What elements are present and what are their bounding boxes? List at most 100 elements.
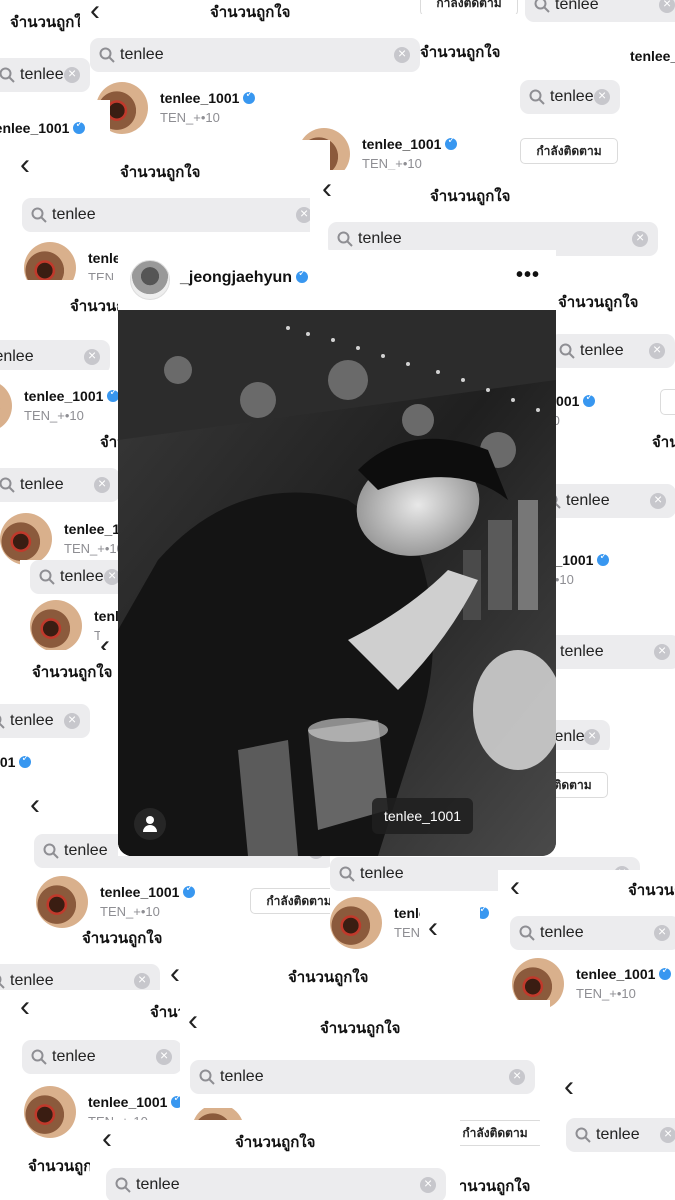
search-input[interactable]: tenlee bbox=[555, 0, 599, 14]
result-username[interactable]: tenlee_1001 bbox=[64, 521, 120, 537]
avatar[interactable] bbox=[0, 513, 52, 565]
clear-icon[interactable] bbox=[649, 341, 665, 359]
person-tag-icon[interactable] bbox=[134, 808, 166, 840]
back-chevron-icon[interactable]: ‹ bbox=[564, 1072, 574, 1102]
following-button[interactable]: กำลังติดตาม bbox=[420, 0, 518, 14]
following-button[interactable]: กำลังติดตาม bbox=[550, 772, 608, 798]
search-bar[interactable]: tenlee bbox=[550, 484, 675, 518]
avatar[interactable] bbox=[30, 600, 82, 652]
post-photo[interactable]: tenlee_1001 bbox=[118, 310, 556, 856]
result-username[interactable]: tenlee_1001 bbox=[576, 965, 672, 982]
search-input[interactable]: tenlee bbox=[10, 972, 54, 990]
avatar[interactable] bbox=[0, 380, 12, 432]
search-input[interactable]: tenlee bbox=[566, 492, 610, 510]
list-item[interactable]: tenlee_1001TEN_+•10 bbox=[0, 513, 120, 567]
back-chevron-icon[interactable]: ‹ bbox=[20, 150, 30, 180]
result-username[interactable]: tenlee_1001 bbox=[24, 387, 120, 404]
more-icon[interactable]: ••• bbox=[516, 264, 540, 287]
result-username[interactable]: tenlee_1001 bbox=[94, 608, 120, 624]
clear-icon[interactable] bbox=[660, 1125, 675, 1143]
search-input[interactable]: tenlee bbox=[560, 643, 604, 661]
list-item[interactable]: tenlee_1001TEN_+•10 bbox=[0, 746, 110, 790]
clear-icon[interactable] bbox=[654, 923, 670, 941]
search-input[interactable]: tenlee bbox=[580, 342, 624, 360]
clear-icon[interactable] bbox=[134, 971, 150, 989]
clear-icon[interactable] bbox=[94, 475, 110, 493]
following-button[interactable]: กำลังติดตาม bbox=[520, 138, 618, 164]
search-bar[interactable]: tenlee bbox=[0, 704, 90, 738]
back-chevron-icon[interactable]: ‹ bbox=[20, 992, 30, 1022]
back-chevron-icon[interactable]: ‹ bbox=[428, 913, 438, 943]
post-username-text[interactable]: _jeongjaehyun bbox=[180, 269, 292, 286]
clear-icon[interactable] bbox=[654, 642, 670, 660]
back-chevron-icon[interactable]: ‹ bbox=[102, 1124, 112, 1154]
search-input[interactable]: tenlee bbox=[360, 865, 404, 883]
clear-icon[interactable] bbox=[632, 229, 648, 247]
search-input[interactable]: tenlee bbox=[60, 568, 104, 586]
search-bar[interactable]: tenlee bbox=[106, 1168, 446, 1200]
clear-icon[interactable] bbox=[156, 1047, 172, 1065]
result-username[interactable]: tenlee_1001 bbox=[160, 89, 256, 106]
search-input[interactable]: tenlee bbox=[20, 66, 64, 84]
search-input[interactable]: tenlee bbox=[596, 1126, 640, 1144]
search-input[interactable]: tenlee bbox=[540, 924, 584, 942]
clear-icon[interactable] bbox=[84, 347, 100, 365]
search-bar[interactable]: tenlee bbox=[190, 1060, 535, 1094]
clear-icon[interactable] bbox=[64, 65, 80, 83]
back-chevron-icon[interactable]: ‹ bbox=[90, 0, 100, 26]
avatar[interactable] bbox=[24, 1086, 76, 1138]
search-bar[interactable]: tenlee bbox=[0, 58, 90, 92]
result-username[interactable]: tenlee_1001 bbox=[630, 48, 675, 64]
following-button[interactable]: กำลังติดตาม bbox=[460, 1120, 540, 1146]
clear-icon[interactable] bbox=[584, 727, 600, 745]
avatar[interactable] bbox=[36, 876, 88, 928]
search-bar[interactable]: tenlee bbox=[520, 80, 620, 114]
result-username[interactable]: tenlee_1001 bbox=[100, 883, 196, 900]
search-input[interactable]: tenlee bbox=[52, 1048, 96, 1066]
result-username[interactable]: tenlee_1001 bbox=[0, 119, 86, 136]
search-input[interactable]: tenlee bbox=[0, 348, 34, 366]
search-input[interactable]: tenlee bbox=[52, 206, 96, 224]
back-chevron-icon[interactable]: ‹ bbox=[188, 1006, 198, 1036]
search-input[interactable]: tenlee bbox=[220, 1068, 264, 1086]
avatar[interactable] bbox=[330, 897, 382, 949]
search-bar[interactable]: tenlee bbox=[525, 0, 675, 22]
back-chevron-icon[interactable]: ‹ bbox=[30, 790, 40, 820]
search-bar[interactable]: tenlee bbox=[90, 38, 420, 72]
search-input[interactable]: tenlee bbox=[358, 230, 402, 248]
result-username[interactable]: tenlee_1001 bbox=[362, 135, 458, 152]
search-bar[interactable]: tenlee bbox=[550, 334, 675, 368]
search-bar[interactable]: tenlee bbox=[22, 1040, 180, 1074]
back-chevron-icon[interactable]: ‹ bbox=[510, 872, 520, 902]
clear-icon[interactable] bbox=[594, 87, 610, 105]
following-button[interactable]: กำลังติดตาม bbox=[660, 389, 675, 415]
clear-icon[interactable] bbox=[659, 0, 675, 13]
search-input[interactable]: tenlee bbox=[550, 88, 594, 106]
search-bar[interactable]: tenlee bbox=[0, 468, 120, 502]
list-item[interactable]: tenlee_1001TEN_+•10 bbox=[550, 544, 675, 598]
result-username[interactable]: tenlee_1001 bbox=[88, 1093, 180, 1110]
clear-icon[interactable] bbox=[394, 45, 410, 63]
search-bar[interactable]: tenlee bbox=[0, 340, 110, 374]
search-bar[interactable]: tenlee bbox=[510, 916, 675, 950]
clear-icon[interactable] bbox=[509, 1067, 525, 1085]
search-bar[interactable]: tenlee bbox=[566, 1118, 675, 1152]
clear-icon[interactable] bbox=[650, 491, 666, 509]
search-input[interactable]: tenlee bbox=[64, 842, 108, 860]
search-input[interactable]: tenlee bbox=[136, 1176, 180, 1194]
avatar[interactable] bbox=[130, 260, 170, 300]
clear-icon[interactable] bbox=[64, 711, 80, 729]
back-chevron-icon[interactable]: ‹ bbox=[322, 174, 332, 204]
back-chevron-icon[interactable]: ‹ bbox=[170, 959, 180, 989]
post-username[interactable]: _jeongjaehyun bbox=[180, 268, 309, 287]
search-bar[interactable]: tenlee bbox=[550, 720, 610, 750]
search-input[interactable]: tenlee bbox=[20, 476, 64, 494]
search-input[interactable]: tenlee bbox=[10, 712, 54, 730]
user-tag-label[interactable]: tenlee_1001 bbox=[372, 798, 474, 834]
result-username[interactable]: tenlee_1001 bbox=[0, 753, 32, 770]
result-username[interactable]: tenlee_1001 bbox=[550, 551, 610, 568]
search-bar[interactable]: tenlee bbox=[550, 635, 675, 669]
clear-icon[interactable] bbox=[420, 1175, 436, 1193]
search-bar[interactable]: tenlee bbox=[22, 198, 322, 232]
search-input[interactable]: tenlee bbox=[120, 46, 164, 64]
